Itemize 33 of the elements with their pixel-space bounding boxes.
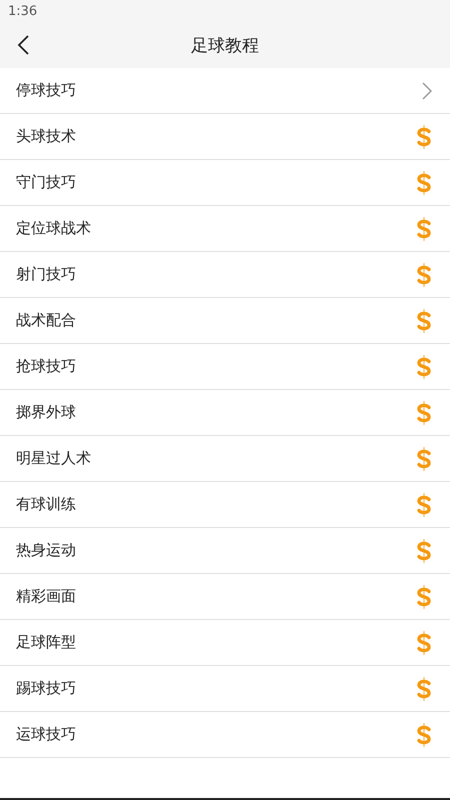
- back-icon[interactable]: [17, 35, 29, 55]
- dollar-icon: [416, 630, 432, 654]
- dollar-icon: [416, 538, 432, 562]
- tutorial-list-item[interactable]: 精彩画面: [0, 574, 450, 620]
- tutorial-list-item[interactable]: 头球技术: [0, 114, 450, 160]
- tutorial-list-item[interactable]: 掷界外球: [0, 390, 450, 436]
- dollar-icon: [416, 446, 432, 470]
- dollar-icon: [416, 170, 432, 194]
- tutorial-list-item[interactable]: 运球技巧: [0, 712, 450, 758]
- dollar-icon: [416, 492, 432, 516]
- tutorial-list-item[interactable]: 踢球技巧: [0, 666, 450, 712]
- tutorial-list-item[interactable]: 明星过人术: [0, 436, 450, 482]
- chevron-right-icon: [422, 82, 432, 100]
- tutorial-list-item[interactable]: 抢球技巧: [0, 344, 450, 390]
- tutorial-list-item[interactable]: 守门技巧: [0, 160, 450, 206]
- dollar-icon: [416, 722, 432, 746]
- dollar-icon: [416, 584, 432, 608]
- dollar-icon: [416, 354, 432, 378]
- dollar-icon: [416, 308, 432, 332]
- tutorial-list-item[interactable]: 射门技巧: [0, 252, 450, 298]
- tutorial-list-item[interactable]: 战术配合: [0, 298, 450, 344]
- dollar-icon: [416, 124, 432, 148]
- tutorial-list-item[interactable]: 有球训练: [0, 482, 450, 528]
- tutorial-list-item[interactable]: 足球阵型: [0, 620, 450, 666]
- tutorial-list-item[interactable]: 定位球战术: [0, 206, 450, 252]
- dollar-icon: [416, 262, 432, 286]
- page-title: 足球教程: [191, 34, 259, 56]
- tutorial-list-item[interactable]: 热身运动: [0, 528, 450, 574]
- tutorial-list-item[interactable]: 停球技巧: [0, 68, 450, 114]
- dollar-icon: [416, 676, 432, 700]
- status-time: 1:36: [8, 4, 38, 18]
- dollar-icon: [416, 216, 432, 240]
- dollar-icon: [416, 400, 432, 424]
